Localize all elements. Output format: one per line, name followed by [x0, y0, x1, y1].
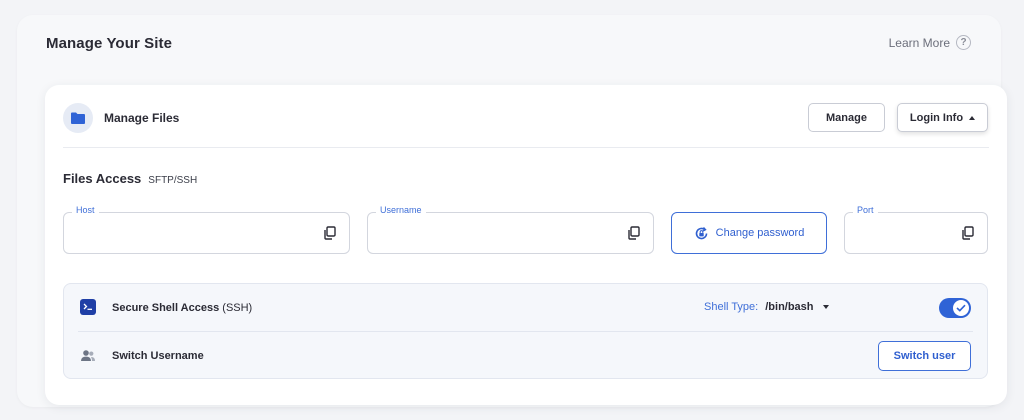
divider — [63, 147, 989, 148]
folder-icon — [63, 103, 93, 133]
host-field[interactable]: Host — [63, 205, 350, 254]
copy-icon[interactable] — [961, 226, 975, 240]
manage-button[interactable]: Manage — [808, 103, 885, 132]
refresh-lock-icon — [695, 226, 707, 239]
caret-down-icon — [822, 305, 829, 309]
files-access-heading: Files Access SFTP/SSH — [63, 171, 197, 186]
switch-username-row: Switch Username Switch user — [64, 332, 987, 380]
terminal-icon — [80, 299, 96, 315]
login-info-button[interactable]: Login Info — [897, 103, 988, 132]
help-icon: ? — [956, 35, 971, 50]
shell-type-value: /bin/bash — [765, 301, 814, 313]
switch-username-label: Switch Username — [112, 350, 204, 362]
shell-type-select[interactable]: Shell Type: /bin/bash — [704, 301, 829, 313]
host-label: Host — [72, 205, 99, 215]
ssh-toggle[interactable] — [939, 298, 971, 318]
username-field[interactable]: Username — [367, 205, 654, 254]
ssh-access-label: Secure Shell Access (SSH) — [112, 302, 252, 314]
page-title: Manage Your Site — [46, 35, 173, 52]
switch-user-label: Switch user — [893, 350, 956, 362]
switch-user-button[interactable]: Switch user — [878, 341, 971, 371]
check-icon — [956, 304, 966, 312]
learn-more-label: Learn More — [888, 35, 950, 50]
ssh-access-label-bold: Secure Shell Access — [112, 302, 220, 314]
ssh-access-row: Secure Shell Access (SSH) Shell Type: /b… — [78, 284, 973, 332]
change-password-label: Change password — [715, 227, 805, 239]
toggle-knob — [953, 300, 969, 316]
username-label: Username — [376, 205, 426, 215]
manage-site-panel: Manage Your Site Learn More ? Manage Fil… — [17, 15, 1007, 407]
port-field[interactable]: Port — [844, 205, 988, 254]
card-header: Manage Files Manage Login Info — [63, 103, 989, 139]
change-password-button[interactable]: Change password — [671, 212, 827, 254]
ssh-panel: Secure Shell Access (SSH) Shell Type: /b… — [63, 283, 988, 379]
caret-up-icon — [969, 115, 976, 120]
manage-button-label: Manage — [826, 111, 867, 124]
copy-icon[interactable] — [323, 226, 337, 240]
manage-files-card: Manage Files Manage Login Info Files Acc… — [45, 85, 1007, 405]
copy-icon[interactable] — [627, 226, 641, 240]
port-label: Port — [853, 205, 878, 215]
shell-type-label: Shell Type: — [704, 301, 759, 313]
users-icon — [81, 350, 95, 361]
ssh-access-label-rest: (SSH) — [219, 302, 253, 314]
learn-more-link[interactable]: Learn More ? — [889, 35, 971, 50]
files-access-subtitle: SFTP/SSH — [148, 175, 198, 186]
login-info-label: Login Info — [909, 111, 964, 124]
card-title: Manage Files — [104, 111, 180, 125]
files-access-title: Files Access — [63, 171, 142, 186]
